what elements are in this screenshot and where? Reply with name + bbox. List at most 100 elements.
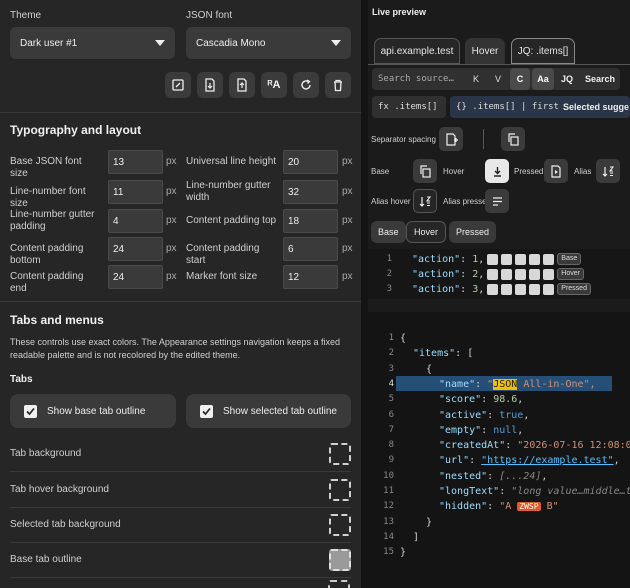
jq-toggle[interactable]: JQ — [556, 68, 578, 90]
json-line[interactable]: 7 "empty": null, — [368, 423, 630, 438]
json-line[interactable]: 10 "nested": [...24], — [368, 469, 630, 484]
json-line[interactable]: 14] — [368, 530, 630, 545]
link-icon[interactable] — [487, 268, 499, 280]
json-truncated: "long value…middle…that w — [511, 486, 630, 497]
state-pill-base[interactable]: Base — [371, 221, 406, 243]
json-keyword: null — [493, 424, 518, 436]
unit-label: px — [342, 186, 353, 197]
number-input[interactable]: 13 — [108, 150, 163, 174]
copy-icon[interactable] — [413, 159, 437, 183]
font-select[interactable]: Cascadia Mono — [186, 27, 351, 59]
number-input[interactable]: 24 — [108, 265, 163, 289]
field-label: Content padding start — [186, 243, 260, 266]
unit-label: px — [166, 243, 177, 254]
json-line[interactable]: 8"createdAt": "2026-07-16 12:08:05", — [368, 438, 630, 453]
copy-icon[interactable] — [515, 283, 527, 295]
number-input[interactable]: 11 — [108, 180, 163, 204]
json-line[interactable]: 3{ — [368, 362, 630, 377]
color-swatch[interactable] — [329, 548, 351, 571]
number-input[interactable]: 6 — [283, 237, 338, 261]
trash-icon[interactable] — [325, 72, 351, 98]
divider — [0, 301, 361, 302]
key-icon[interactable] — [501, 253, 513, 265]
import-icon[interactable] — [197, 72, 223, 98]
edit-icon[interactable] — [529, 283, 541, 295]
key-icon[interactable] — [501, 283, 513, 295]
reset-icon[interactable] — [293, 72, 319, 98]
number-input[interactable]: 12 — [283, 265, 338, 289]
values-toggle[interactable]: V — [488, 68, 508, 90]
color-swatch[interactable] — [329, 478, 351, 501]
edit-icon[interactable] — [165, 72, 191, 98]
json-line[interactable]: 15} — [368, 545, 630, 560]
copy-icon[interactable] — [515, 268, 527, 280]
tab-hover[interactable]: Hover — [465, 38, 505, 64]
sort-icon[interactable] — [596, 159, 620, 183]
state-pill-pressed[interactable]: Pressed — [449, 221, 497, 243]
json-key: "url" — [439, 455, 470, 467]
match-case-toggle[interactable]: Aa — [532, 68, 554, 90]
copy-icon[interactable] — [501, 127, 525, 151]
theme-select-value: Dark user #1 — [20, 37, 78, 49]
number-input[interactable]: 24 — [108, 237, 163, 261]
number-input[interactable]: 4 — [108, 209, 163, 233]
color-swatch[interactable] — [329, 513, 351, 536]
json-line[interactable]: 6 "active": true, — [368, 408, 630, 423]
tab-jq[interactable]: JQ: .items[] — [511, 38, 575, 64]
line-number: 3 — [388, 363, 394, 374]
json-line[interactable]: 9 "url": "https://example.test", — [368, 453, 630, 468]
number-input[interactable]: 18 — [283, 209, 338, 233]
field-label: Base JSON font size — [10, 156, 82, 179]
download-icon[interactable] — [485, 159, 509, 183]
fx-query[interactable]: fx .items[] — [372, 96, 446, 118]
state-pill-hover[interactable]: Hover — [406, 221, 447, 243]
panel-divider[interactable] — [361, 0, 368, 588]
jq-query[interactable]: {} .items[] | first Selected sugge — [450, 96, 630, 118]
font-size-icon[interactable]: ᴿA — [261, 72, 287, 98]
menu-icon[interactable] — [485, 189, 509, 213]
edit-icon[interactable] — [529, 268, 541, 280]
tab-api[interactable]: api.example.test — [374, 38, 460, 64]
theme-select[interactable]: Dark user #1 — [10, 27, 175, 59]
keys-toggle[interactable]: K — [466, 68, 486, 90]
separator-add-icon[interactable] — [439, 127, 463, 151]
sort-az-icon[interactable] — [413, 189, 437, 213]
alias-hover-label: Alias hover — [371, 197, 411, 206]
json-line[interactable]: 2 "items": [ — [368, 346, 630, 361]
open-icon[interactable] — [543, 268, 555, 280]
number-input[interactable]: 32 — [283, 180, 338, 204]
json-line[interactable]: 1{ — [368, 331, 630, 346]
json-line[interactable]: 12 "hidden": "A ZWSP B" — [368, 499, 630, 514]
action-row[interactable]: 2 "action": 2, Hover — [368, 267, 630, 282]
state-tag: Hover — [557, 268, 584, 280]
field-label: Line-number font size — [10, 186, 86, 209]
key-icon[interactable] — [501, 268, 513, 280]
line-number: 3 — [386, 284, 392, 294]
case-toggle[interactable]: C — [510, 68, 530, 90]
search-input[interactable]: Search source… — [378, 74, 454, 84]
open-icon[interactable] — [543, 283, 555, 295]
link-icon[interactable] — [487, 283, 499, 295]
export-icon[interactable] — [229, 72, 255, 98]
color-swatch[interactable] — [328, 580, 350, 588]
search-button[interactable]: Search — [580, 68, 620, 90]
checkmark-icon — [24, 404, 37, 418]
json-line[interactable]: 5 "score": 98.6, — [368, 392, 630, 407]
open-icon[interactable] — [543, 253, 555, 265]
action-row[interactable]: 1 "action": 1, Base — [368, 252, 630, 267]
json-line[interactable]: 4 "name": "JSON All-in-One", — [368, 377, 630, 392]
json-number: 98.6 — [493, 394, 518, 406]
divider — [0, 112, 361, 113]
edit-icon[interactable] — [529, 253, 541, 265]
number-input[interactable]: 20 — [283, 150, 338, 174]
link-icon[interactable] — [487, 253, 499, 265]
json-key: "createdAt" — [439, 440, 506, 452]
action-row[interactable]: 3 "action": 3, Pressed — [368, 282, 630, 297]
json-line[interactable]: 11"longText": "long value…middle…that w — [368, 484, 630, 499]
show-base-tab-outline-checkbox[interactable]: Show base tab outline — [10, 394, 176, 428]
color-swatch[interactable] — [329, 442, 351, 465]
copy-icon[interactable] — [515, 253, 527, 265]
open-file-icon[interactable] — [544, 159, 568, 183]
show-selected-tab-outline-checkbox[interactable]: Show selected tab outline — [186, 394, 351, 428]
json-line[interactable]: 13} — [368, 515, 630, 530]
